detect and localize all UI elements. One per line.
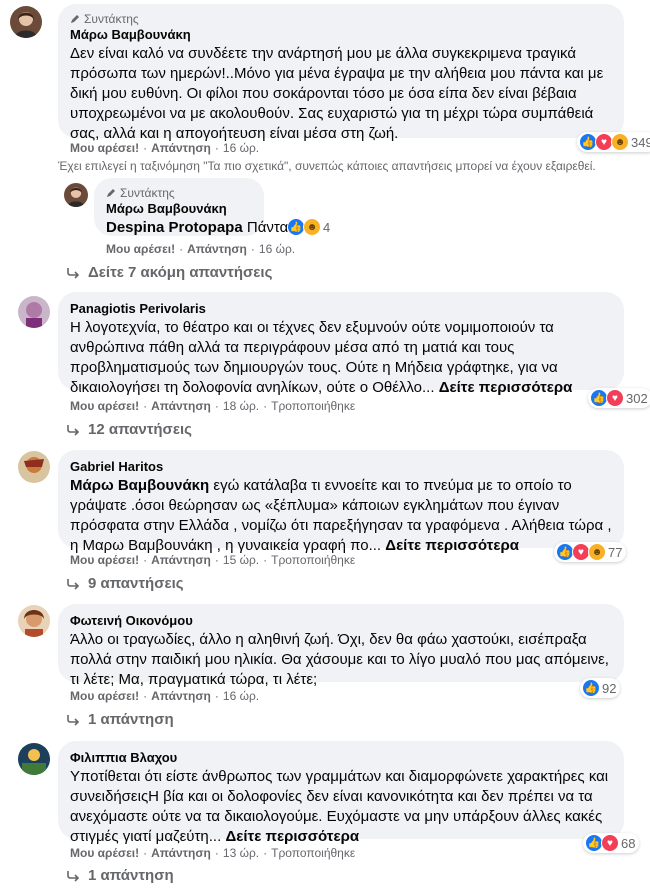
comment-author-name[interactable]: Φωτεινή Οικονόμου xyxy=(70,612,612,630)
comment-text: Η λογοτεχνία, το θέατρο και οι τέχνες δε… xyxy=(70,319,573,396)
reply-button[interactable]: Απάντηση xyxy=(151,846,211,860)
pencil-icon xyxy=(71,15,79,23)
comment-bubble: Συντάκτης Μάρω Βαμβουνάκη Δεν είναι καλό… xyxy=(58,4,624,142)
comment-actions: Μου αρέσει! · Απάντηση · 15 ώρ. · Τροποποιήθηκ… xyxy=(70,553,356,567)
comment-actions: Μου αρέσει! · Απάντηση · 16 ώρ. xyxy=(106,242,296,256)
avatar[interactable] xyxy=(64,183,88,207)
comment-bubble: Panagiotis Perivolaris Η λογοτεχνία, το … xyxy=(58,292,624,396)
timestamp[interactable]: 16 ώρ. xyxy=(223,141,259,155)
see-more-link[interactable]: Δείτε περισσότερα xyxy=(225,828,359,845)
author-badge: Συντάκτης xyxy=(106,186,252,200)
reaction-count: 302 xyxy=(626,390,648,406)
reply-button[interactable]: Απάντηση xyxy=(151,399,211,413)
love-reaction-icon: ♥ xyxy=(601,834,619,852)
reaction-summary[interactable]: 👍 ♥ 302 xyxy=(588,388,650,408)
reply-button[interactable]: Απάντηση xyxy=(151,141,211,155)
view-more-replies-link[interactable]: Δείτε 7 ακόμη απαντήσεις xyxy=(66,263,272,283)
comment-bubble: Φωτεινή Οικονόμου Άλλο οι τραγωδίες, άλλ… xyxy=(58,604,624,688)
sort-note: Έχει επιλεγεί η ταξινόμηση "Τα πιο σχετι… xyxy=(58,159,596,173)
love-reaction-icon: ♥ xyxy=(606,389,624,407)
mention-link[interactable]: Despina Protopapa xyxy=(106,219,243,236)
comment-author-name[interactable]: Μάρω Βαμβουνάκη xyxy=(70,26,612,44)
comment-actions: Μου αρέσει! · Απάντηση · 16 ώρ. xyxy=(70,141,260,155)
reply-arrow-icon xyxy=(67,715,80,726)
reaction-summary[interactable]: 👍 ♥ ☻ 77 xyxy=(554,542,627,562)
reaction-count: 77 xyxy=(608,544,623,560)
reply-button[interactable]: Απάντηση xyxy=(151,553,211,567)
reaction-count: 92 xyxy=(602,680,617,696)
reaction-count: 349 xyxy=(631,134,650,150)
haha-reaction-icon: ☻ xyxy=(588,543,606,561)
like-button[interactable]: Μου αρέσει! xyxy=(70,553,139,567)
edited-label[interactable]: Τροποποιήθηκε xyxy=(271,399,355,413)
like-button[interactable]: Μου αρέσει! xyxy=(70,399,139,413)
reaction-summary[interactable]: 👍 92 xyxy=(580,678,621,698)
view-replies-link[interactable]: 12 απαντήσεις xyxy=(66,420,192,440)
reaction-count: 4 xyxy=(323,219,331,235)
pencil-icon xyxy=(107,189,115,197)
edited-label[interactable]: Τροποποιήθηκε xyxy=(271,846,355,860)
mention-link[interactable]: Μάρω Βαμβουνάκη xyxy=(70,477,209,494)
like-reaction-icon: 👍 xyxy=(582,679,600,697)
timestamp[interactable]: 13 ώρ. xyxy=(223,846,259,860)
comment-bubble: Gabriel Haritos Μάρω Βαμβουνάκη εγώ κατά… xyxy=(58,450,624,554)
comment-author-name[interactable]: Panagiotis Perivolaris xyxy=(70,300,612,318)
like-button[interactable]: Μου αρέσει! xyxy=(70,689,139,703)
reply-arrow-icon xyxy=(67,268,80,279)
like-button[interactable]: Μου αρέσει! xyxy=(106,242,175,256)
comment-actions: Μου αρέσει! · Απάντηση · 13 ώρ. · Τροποποιήθηκ… xyxy=(70,846,356,860)
reply-arrow-icon xyxy=(67,579,80,590)
timestamp[interactable]: 16 ώρ. xyxy=(259,242,295,256)
author-badge: Συντάκτης xyxy=(70,12,612,26)
avatar[interactable] xyxy=(10,6,42,38)
see-more-link[interactable]: Δείτε περισσότερα xyxy=(385,537,519,554)
view-replies-link[interactable]: 9 απαντήσεις xyxy=(66,574,184,594)
reply-arrow-icon xyxy=(67,425,80,436)
reaction-count: 68 xyxy=(621,835,636,851)
comment-actions: Μου αρέσει! · Απάντηση · 16 ώρ. xyxy=(70,689,260,703)
comment-text: Υποτίθεται ότι είστε άνθρωπος των γραμμά… xyxy=(70,768,609,845)
comment-text: Άλλο οι τραγωδίες, άλλο η αληθινή ζωή. Ό… xyxy=(70,631,609,688)
edited-label[interactable]: Τροποποιήθηκε xyxy=(271,553,355,567)
comment-author-name[interactable]: Μάρω Βαμβουνάκη xyxy=(106,200,252,218)
see-more-link[interactable]: Δείτε περισσότερα xyxy=(439,379,573,396)
like-button[interactable]: Μου αρέσει! xyxy=(70,141,139,155)
reaction-summary[interactable]: 👍 ♥ ☻ 349 xyxy=(577,132,650,152)
timestamp[interactable]: 16 ώρ. xyxy=(223,689,259,703)
haha-reaction-icon: ☻ xyxy=(303,218,321,236)
reply-button[interactable]: Απάντηση xyxy=(187,242,247,256)
comment-bubble: Συντάκτης Μάρω Βαμβουνάκη Despina Protop… xyxy=(94,178,293,236)
like-button[interactable]: Μου αρέσει! xyxy=(70,846,139,860)
comment-bubble: Φιλιππια Βλαχου Υποτίθεται ότι είστε άνθ… xyxy=(58,741,624,845)
comment-text: Δεν είναι καλό να συνδέετε την ανάρτησή … xyxy=(70,45,604,142)
reply-button[interactable]: Απάντηση xyxy=(151,689,211,703)
comment-actions: Μου αρέσει! · Απάντηση · 18 ώρ. · Τροποποιήθηκ… xyxy=(70,399,356,413)
reply-arrow-icon xyxy=(67,871,80,882)
timestamp[interactable]: 15 ώρ. xyxy=(223,553,259,567)
avatar[interactable] xyxy=(18,296,50,328)
view-replies-link[interactable]: 1 απάντηση xyxy=(66,710,174,730)
timestamp[interactable]: 18 ώρ. xyxy=(223,399,259,413)
haha-reaction-icon: ☻ xyxy=(611,133,629,151)
reaction-summary[interactable]: 👍 ♥ 68 xyxy=(583,833,640,853)
comment-text: Μάρω Βαμβουνάκη εγώ κατάλαβα τι εννοείτε… xyxy=(70,477,612,554)
avatar[interactable] xyxy=(18,451,50,483)
comment-author-name[interactable]: Φιλιππια Βλαχου xyxy=(70,749,612,767)
avatar[interactable] xyxy=(18,743,50,775)
comment-author-name[interactable]: Gabriel Haritos xyxy=(70,458,612,476)
comment-text: Despina Protopapa Πάντα! xyxy=(106,219,293,236)
view-replies-link[interactable]: 1 απάντηση xyxy=(66,866,174,886)
reaction-summary[interactable]: 👍 ☻ 4 xyxy=(285,217,334,237)
avatar[interactable] xyxy=(18,605,50,637)
